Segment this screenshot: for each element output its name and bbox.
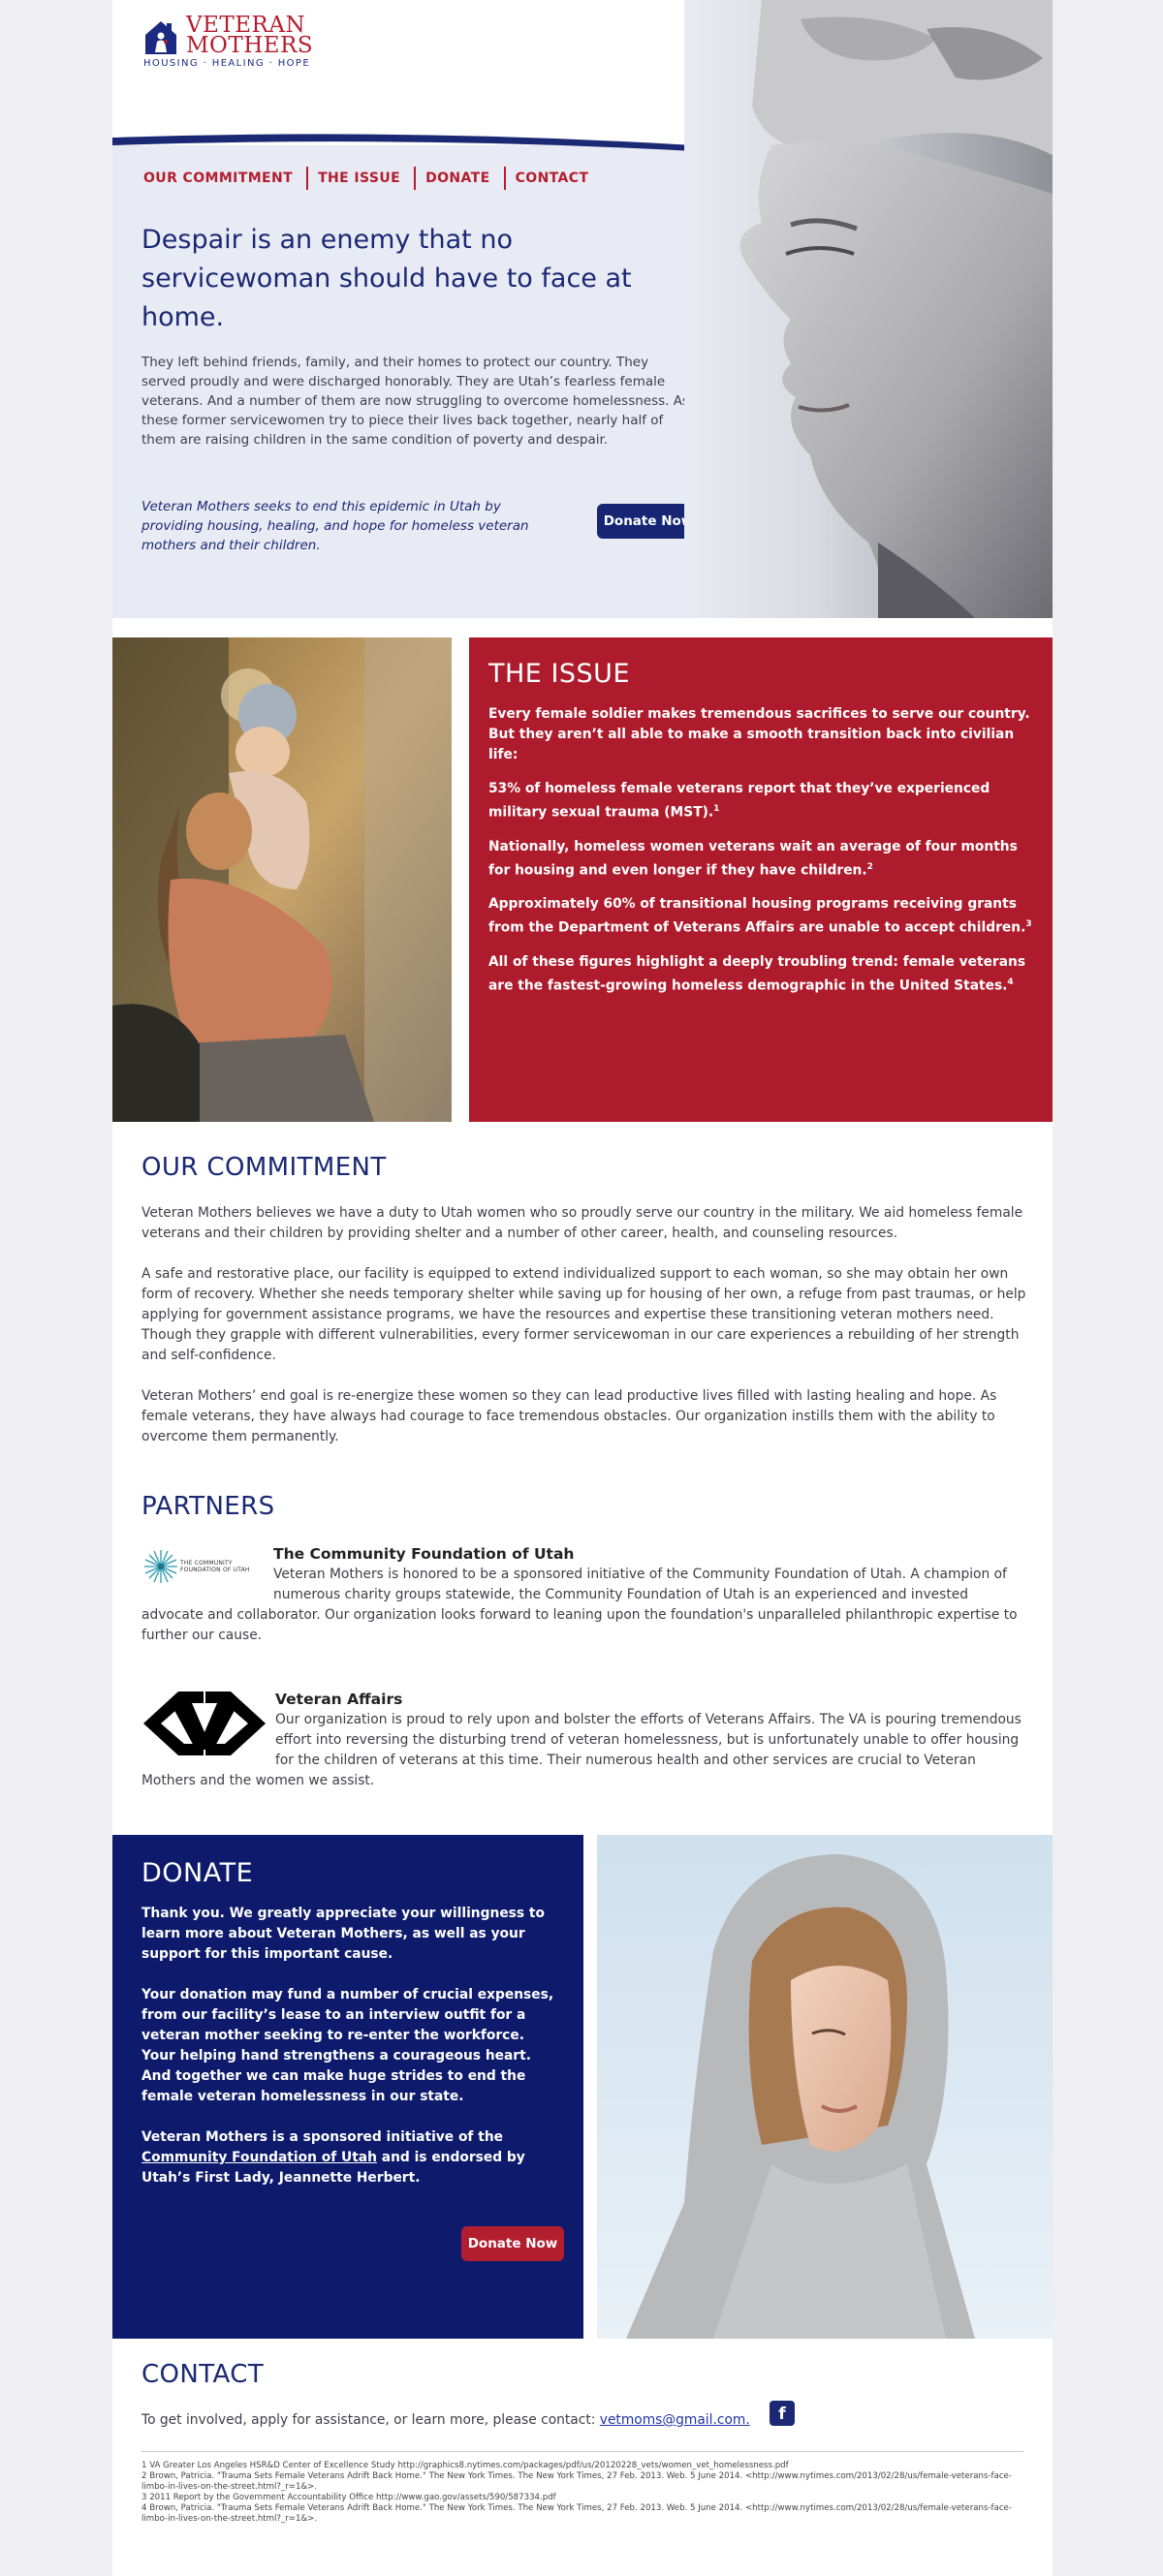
site-logo[interactable]: VETERAN MOTHERS HOUSING · HEALING · HOPE — [143, 14, 318, 70]
footnote-ref-2: 2 — [866, 861, 873, 872]
issue-stat-2: Nationally, homeless women veterans wait… — [488, 837, 1033, 882]
header-swoosh — [112, 134, 694, 151]
nav-item-donate[interactable]: DONATE — [416, 167, 506, 190]
donate-paragraph-1: Thank you. We greatly appreciate your wi… — [141, 1906, 545, 1962]
mother-kissing-baby-photo — [112, 637, 452, 1122]
page: VETERAN MOTHERS HOUSING · HEALING · HOPE… — [112, 0, 1053, 2576]
issue-stat-1-text: 53% of homeless female veterans report t… — [488, 781, 990, 821]
community-foundation-logo-text: THE COMMUNITY FOUNDATION OF UTAH — [180, 1560, 250, 1573]
issue-stat-1: 53% of homeless female veterans report t… — [488, 779, 1033, 823]
footnote-4: 4 Brown, Patricia. "Trauma Sets Female V… — [141, 2503, 1012, 2524]
community-foundation-logo[interactable]: THE COMMUNITY FOUNDATION OF UTAH — [141, 1544, 264, 1589]
issue-stat-3-text: Approximately 60% of transitional housin… — [488, 896, 1026, 936]
footnote-1: 1 VA Greater Los Angeles HSR&D Center of… — [141, 2461, 789, 2470]
commitment-paragraph-2: A safe and restorative place, our facili… — [141, 1266, 1026, 1363]
donate-title: DONATE — [141, 1858, 254, 1888]
issue-stat-4-text: All of these figures highlight a deeply … — [488, 953, 1026, 994]
logo-name: VETERAN MOTHERS — [186, 15, 314, 58]
hero-body-text: They left behind friends, family, and th… — [141, 355, 690, 448]
main-nav: OUR COMMITMENT THE ISSUE DONATE CONTACT — [134, 167, 602, 190]
nav-item-contact[interactable]: CONTACT — [506, 167, 603, 190]
partner-text-community-foundation: Veteran Mothers is honored to be a spons… — [141, 1567, 1018, 1643]
commitment-title: OUR COMMITMENT — [141, 1153, 387, 1182]
commitment-body: Veteran Mothers believes we have a duty … — [141, 1203, 1033, 1468]
partner-veteran-affairs: Veteran Affairs Our organization is prou… — [141, 1690, 1033, 1791]
issue-title: THE ISSUE — [488, 659, 630, 689]
woman-in-hoodie-photo — [597, 1835, 1053, 2339]
issue-section: THE ISSUE Every female soldier makes tre… — [469, 637, 1053, 1122]
partners-title: PARTNERS — [141, 1492, 275, 1521]
starburst-icon — [144, 1550, 177, 1583]
hero-heading: Despair is an enemy that no servicewoman… — [141, 225, 632, 332]
footnotes: 1 VA Greater Los Angeles HSR&D Center of… — [141, 2461, 1023, 2525]
facebook-icon[interactable]: f — [770, 2401, 795, 2426]
partner-community-foundation: THE COMMUNITY FOUNDATION OF UTAH The Com… — [141, 1544, 1033, 1646]
contact-text: To get involved, apply for assistance, o… — [141, 2412, 600, 2428]
issue-intro: Every female soldier makes tremendous sa… — [488, 706, 1030, 762]
hero-mission-text: Veteran Mothers seeks to end this epidem… — [141, 499, 529, 553]
commitment-paragraph-1: Veteran Mothers believes we have a duty … — [141, 1205, 1023, 1241]
nav-item-the-issue[interactable]: THE ISSUE — [308, 167, 417, 190]
footnote-ref-1: 1 — [713, 804, 720, 814]
issue-stat-2-text: Nationally, homeless women veterans wait… — [488, 838, 1018, 879]
nav-item-our-commitment[interactable]: OUR COMMITMENT — [134, 167, 309, 190]
donate-paragraph-2: Your donation may fund a number of cruci… — [141, 1987, 554, 2104]
house-mother-icon — [145, 21, 176, 54]
contact-email-link[interactable]: vetmoms@gmail.com. — [600, 2412, 750, 2428]
contact-line: To get involved, apply for assistance, o… — [141, 2412, 750, 2428]
servicewoman-profile-photo — [684, 0, 1053, 618]
community-foundation-link[interactable]: Community Foundation of Utah — [141, 2150, 377, 2165]
contact-title: CONTACT — [141, 2360, 265, 2389]
commitment-paragraph-3: Veteran Mothers’ end goal is re-energize… — [141, 1388, 997, 1444]
logo-name-line2: MOTHERS — [186, 33, 314, 58]
footnote-2: 2 Brown, Patricia. "Trauma Sets Female V… — [141, 2471, 1012, 2492]
donate-now-button[interactable]: Donate Now — [461, 2226, 564, 2261]
donate-paragraph-3-start: Veteran Mothers is a sponsored initiativ… — [141, 2129, 504, 2145]
partner-name-community-foundation: The Community Foundation of Utah — [273, 1545, 575, 1563]
hero-section: VETERAN MOTHERS HOUSING · HEALING · HOPE… — [112, 0, 1053, 618]
footnote-ref-4: 4 — [1007, 977, 1014, 987]
donate-section: DONATE Thank you. We greatly appreciate … — [112, 1835, 583, 2339]
issue-stat-3: Approximately 60% of transitional housin… — [488, 894, 1033, 939]
issue-stat-4: All of these figures highlight a deeply … — [488, 952, 1033, 997]
footer-divider — [141, 2451, 1023, 2452]
donate-paragraph-3: Veteran Mothers is a sponsored initiativ… — [141, 2127, 554, 2188]
va-logo[interactable] — [141, 1690, 267, 1757]
partner-name-veteran-affairs: Veteran Affairs — [275, 1691, 403, 1708]
logo-tagline: HOUSING · HEALING · HOPE — [143, 58, 311, 69]
partner-text-veteran-affairs: Our organization is proud to rely upon a… — [141, 1712, 1022, 1788]
footnote-ref-3: 3 — [1025, 919, 1032, 930]
footnote-3: 3 2011 Report by the Government Accounta… — [141, 2493, 556, 2502]
